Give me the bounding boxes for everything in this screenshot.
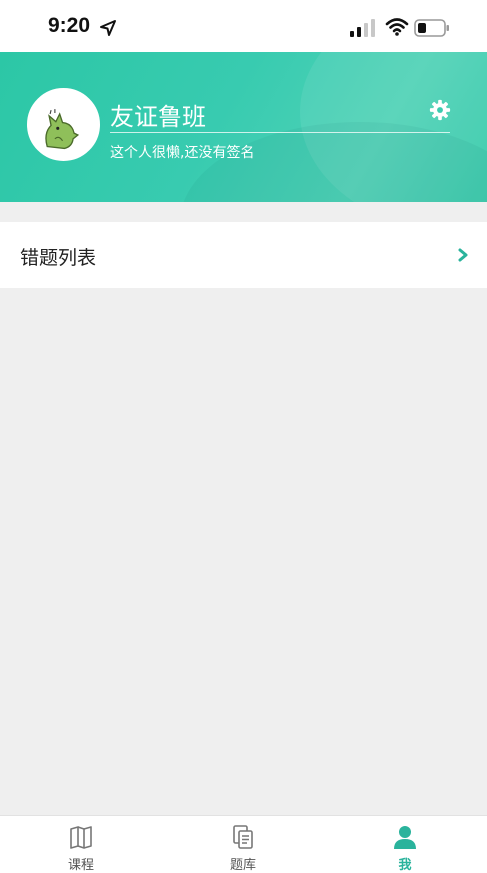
book-icon xyxy=(70,826,92,849)
status-time: 9:20 xyxy=(48,14,91,37)
tab-courses[interactable]: 课程 xyxy=(31,816,131,873)
status-bar: 9:20 xyxy=(0,0,487,52)
battery-icon xyxy=(414,19,449,37)
profile-header: 友证鲁班 这个人很懒,还没有签名 xyxy=(0,52,487,202)
signal-icon xyxy=(350,19,375,37)
list-item-wrong-questions[interactable]: 错题列表 xyxy=(0,222,487,288)
gear-icon[interactable] xyxy=(429,99,451,121)
header-decoration xyxy=(180,122,487,202)
wifi-icon xyxy=(385,18,409,36)
chevron-right-icon xyxy=(458,248,468,262)
list-item-label: 错题列表 xyxy=(20,247,97,269)
bottom-nav: 课程 题库 我 xyxy=(0,815,487,873)
tab-label: 课程 xyxy=(67,858,94,873)
tab-me[interactable]: 我 xyxy=(355,816,455,873)
dinosaur-avatar-icon xyxy=(30,91,97,158)
tab-label: 我 xyxy=(398,858,412,873)
username[interactable]: 友证鲁班 xyxy=(110,97,206,132)
avatar[interactable] xyxy=(27,88,100,161)
person-icon xyxy=(394,826,416,849)
tab-question-bank[interactable]: 题库 xyxy=(193,816,293,873)
location-arrow-icon xyxy=(100,20,116,36)
documents-icon xyxy=(233,825,253,849)
header-divider xyxy=(110,132,450,133)
signature[interactable]: 这个人很懒,还没有签名 xyxy=(110,142,254,162)
tab-label: 题库 xyxy=(229,858,256,873)
